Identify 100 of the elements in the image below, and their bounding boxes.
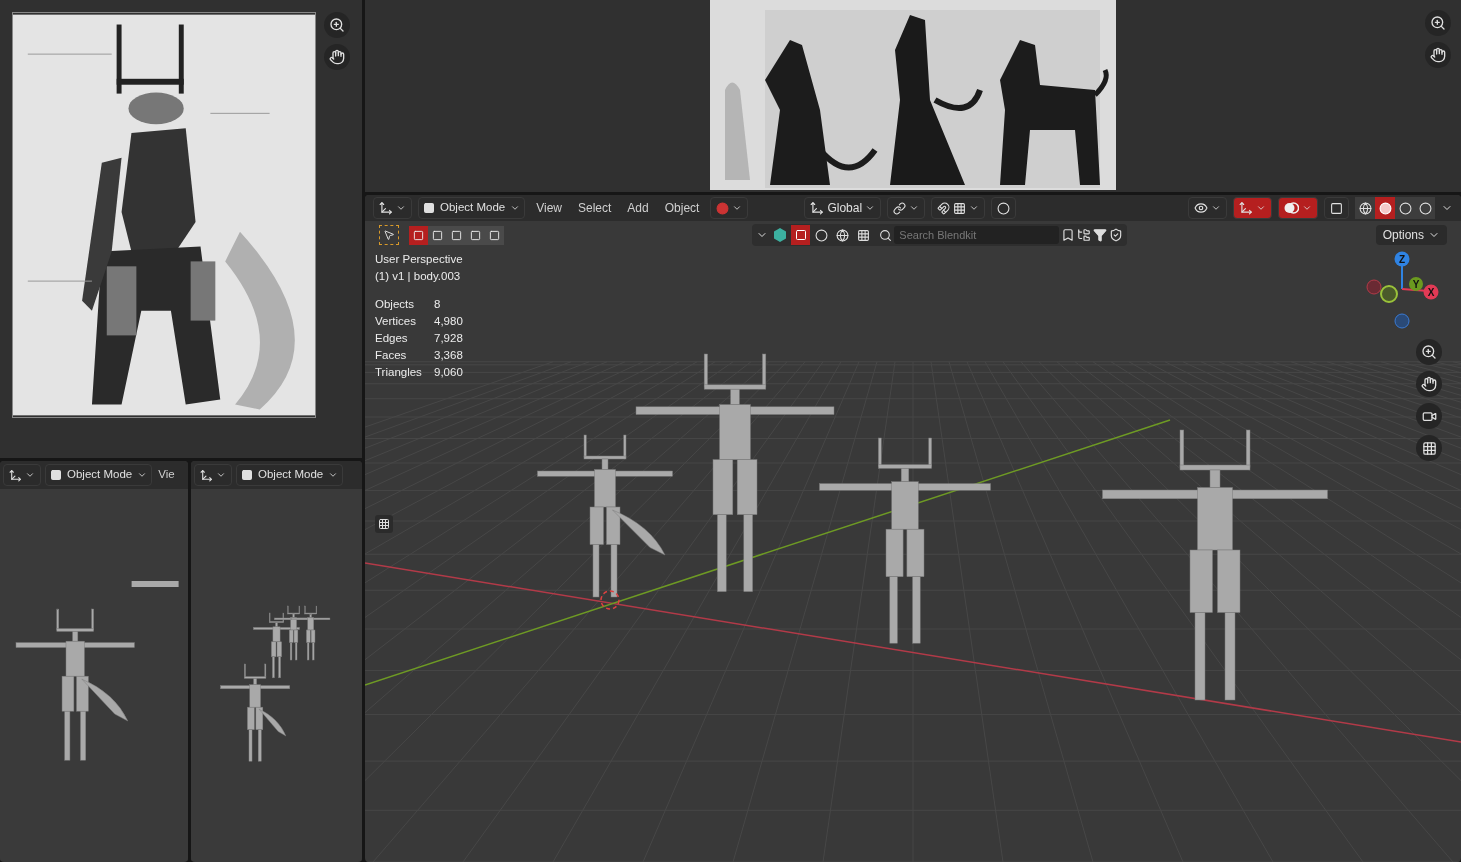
material-icon xyxy=(716,201,730,215)
chevron-icon xyxy=(865,203,876,213)
stat-value: 3,368 xyxy=(434,348,463,363)
square-icon xyxy=(489,229,500,241)
menu-item[interactable]: Vie xyxy=(156,466,177,484)
bookmark-button[interactable] xyxy=(1061,228,1076,242)
grid-icon xyxy=(857,228,871,242)
stat-value: 4,980 xyxy=(434,314,463,329)
chevron-icon xyxy=(510,203,521,213)
hexagon-icon xyxy=(772,228,787,242)
select-tool-button[interactable] xyxy=(379,225,399,245)
axes-icon xyxy=(1239,201,1253,215)
gizmo-toggle[interactable] xyxy=(1233,197,1272,219)
menu-item[interactable]: Select xyxy=(573,199,617,217)
pan-button[interactable] xyxy=(1425,42,1451,68)
axis-gizmo[interactable]: Z Y X xyxy=(1364,249,1444,329)
chevron-icon xyxy=(1211,203,1221,213)
shading-mode-button[interactable] xyxy=(1355,197,1375,219)
menu-item[interactable]: View xyxy=(531,199,567,217)
chevron-icon xyxy=(396,203,406,213)
globe-icon xyxy=(1358,201,1372,215)
stat-value: 9,060 xyxy=(434,365,463,380)
chevron-icon xyxy=(732,203,743,213)
pivot-dropdown[interactable] xyxy=(887,197,926,219)
material-dropdown[interactable] xyxy=(710,197,749,219)
square-icon xyxy=(1330,201,1343,215)
axes-icon xyxy=(9,468,22,482)
hand-icon xyxy=(1430,47,1446,63)
hierarchy-button[interactable] xyxy=(1077,228,1092,242)
grid-icon xyxy=(953,201,967,215)
shading-mode-button[interactable] xyxy=(1375,197,1395,219)
editor-type-button[interactable] xyxy=(194,464,232,486)
mode-dropdown[interactable]: Object Mode xyxy=(45,464,153,486)
hierarchy-icon xyxy=(1077,228,1092,242)
eye-icon xyxy=(1194,201,1208,215)
stat-label: Edges xyxy=(375,331,409,346)
chevron-icon xyxy=(1302,203,1312,213)
zoom-icon xyxy=(1421,344,1437,360)
menu-item[interactable]: Add xyxy=(622,199,654,217)
stat-value: 7,928 xyxy=(434,331,463,346)
square-icon xyxy=(451,229,462,241)
overlapping-circles-icon xyxy=(1284,201,1299,215)
stat-label: Vertices xyxy=(375,314,417,329)
search-field[interactable]: Search Blendkit xyxy=(894,226,1060,244)
square-icon xyxy=(432,229,443,241)
chevron-icon xyxy=(25,470,35,480)
filter-icon xyxy=(1093,228,1108,242)
hand-icon xyxy=(1421,376,1437,392)
menu-item[interactable]: Object xyxy=(659,199,705,217)
circle-icon xyxy=(997,201,1011,215)
mode-dropdown[interactable]: Object Mode xyxy=(236,464,344,486)
object-name: (1) v1 | body.003 xyxy=(375,269,462,284)
zoom-button[interactable] xyxy=(324,12,350,38)
globe-icon xyxy=(836,228,850,242)
stat-label: Objects xyxy=(375,297,415,312)
shading-mode-button[interactable] xyxy=(1395,197,1415,219)
zoom-button[interactable] xyxy=(1425,10,1451,36)
mode-dropdown[interactable]: Object Mode xyxy=(418,197,526,219)
axes-icon xyxy=(810,201,825,215)
shield-button[interactable] xyxy=(1109,228,1124,242)
chevron-icon xyxy=(137,470,148,480)
shield-icon xyxy=(1109,228,1124,242)
square-icon xyxy=(50,469,62,481)
chevron-icon xyxy=(1256,203,1266,213)
search-icon xyxy=(879,228,893,242)
shading-mode-button[interactable] xyxy=(1415,197,1435,219)
axes-icon xyxy=(379,201,393,215)
sphere-icon xyxy=(1378,201,1392,215)
axes-icon xyxy=(200,468,213,482)
bookmark-icon xyxy=(1061,228,1076,242)
magnet-icon xyxy=(937,201,951,215)
pan-button[interactable] xyxy=(324,44,350,70)
overlay-toggle[interactable] xyxy=(1278,197,1318,219)
snap-button[interactable] xyxy=(931,197,986,219)
square-icon xyxy=(413,229,424,241)
grid-icon xyxy=(1421,440,1437,456)
proportional-edit-button[interactable] xyxy=(991,197,1017,219)
view-name: User Perspective xyxy=(375,252,463,267)
toggle-button[interactable] xyxy=(375,515,393,533)
xray-toggle[interactable] xyxy=(1324,197,1349,219)
zoom-icon xyxy=(329,17,345,33)
square-icon xyxy=(241,469,253,481)
orientation-dropdown[interactable]: Global xyxy=(804,197,882,219)
options-dropdown[interactable]: Options xyxy=(1375,225,1447,245)
sphere-icon xyxy=(815,228,829,242)
chevron-icon xyxy=(216,470,226,480)
filter-button[interactable] xyxy=(1093,228,1108,242)
editor-type-button[interactable] xyxy=(373,197,412,219)
visibility-dropdown[interactable] xyxy=(1188,197,1227,219)
chevron-icon xyxy=(969,203,980,213)
hand-icon xyxy=(329,49,345,65)
editor-type-button[interactable] xyxy=(3,464,41,486)
grid-icon xyxy=(378,518,390,530)
zoom-icon xyxy=(1430,15,1446,31)
chevron-icon xyxy=(909,203,920,213)
model-button[interactable] xyxy=(791,225,811,245)
stat-label: Faces xyxy=(375,348,408,363)
sphere-icon xyxy=(1398,201,1412,215)
square-icon xyxy=(794,229,807,241)
link-icon xyxy=(893,201,907,215)
